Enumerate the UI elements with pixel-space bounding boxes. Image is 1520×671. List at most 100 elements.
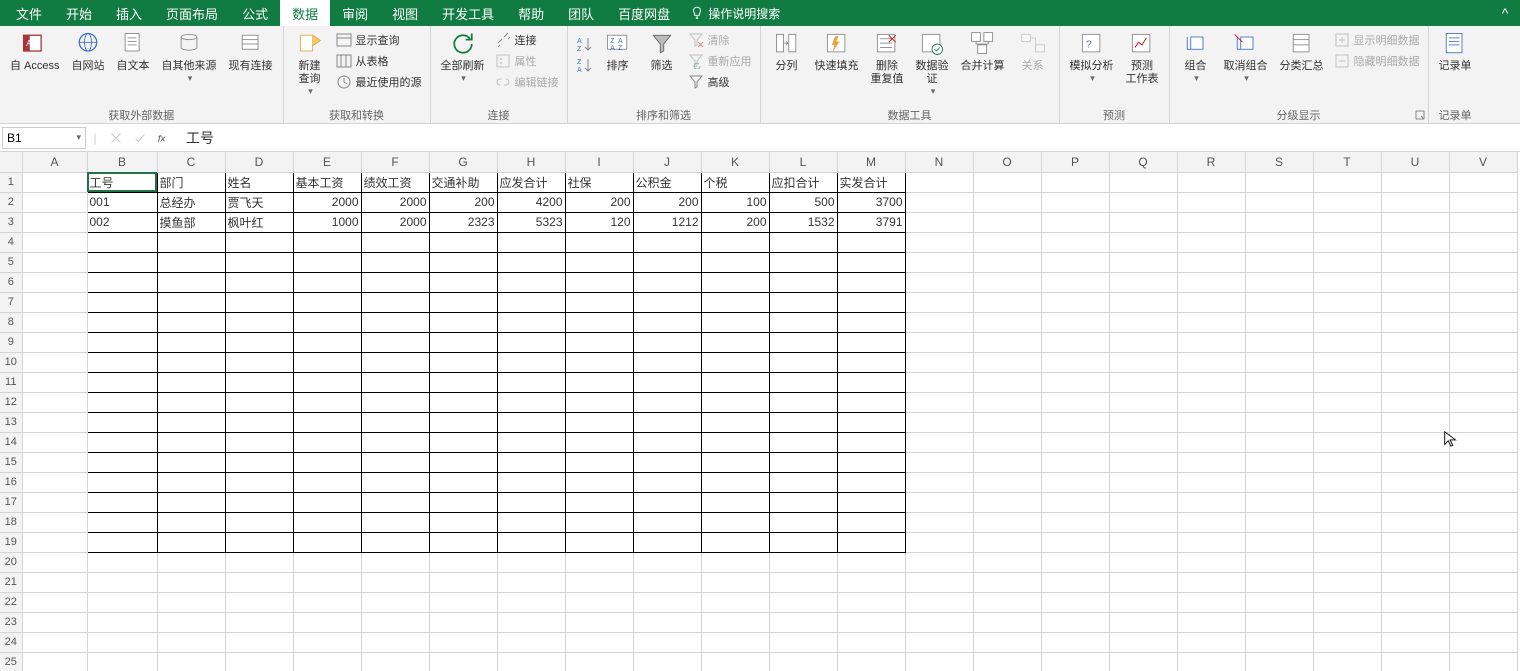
insert-function-button[interactable]: fx [152,131,176,145]
menu-formula[interactable]: 公式 [230,0,280,27]
cell-R8[interactable] [1177,312,1245,332]
cell-O4[interactable] [973,232,1041,252]
cell-K19[interactable] [701,532,769,552]
row-header-6[interactable]: 6 [0,272,22,292]
cell-S6[interactable] [1245,272,1313,292]
cell-S15[interactable] [1245,452,1313,472]
cell-V15[interactable] [1449,452,1517,472]
sort-desc-button[interactable]: ZA [572,55,596,75]
cell-G24[interactable] [429,632,497,652]
sort-button[interactable]: ZAAZ排序 [596,28,640,75]
cell-G4[interactable] [429,232,497,252]
cell-S9[interactable] [1245,332,1313,352]
cell-U3[interactable] [1381,212,1449,232]
cell-C21[interactable] [157,572,225,592]
cell-P4[interactable] [1041,232,1109,252]
cell-C17[interactable] [157,492,225,512]
cell-P22[interactable] [1041,592,1109,612]
cell-G22[interactable] [429,592,497,612]
cell-U7[interactable] [1381,292,1449,312]
row-header-7[interactable]: 7 [0,292,22,312]
column-header-L[interactable]: L [769,152,837,172]
cell-V23[interactable] [1449,612,1517,632]
cell-G14[interactable] [429,432,497,452]
cell-E21[interactable] [293,572,361,592]
cell-V18[interactable] [1449,512,1517,532]
cell-T12[interactable] [1313,392,1381,412]
cell-Q24[interactable] [1109,632,1177,652]
cell-N9[interactable] [905,332,973,352]
cell-R11[interactable] [1177,372,1245,392]
cell-R18[interactable] [1177,512,1245,532]
column-header-D[interactable]: D [225,152,293,172]
column-header-T[interactable]: T [1313,152,1381,172]
column-header-V[interactable]: V [1449,152,1517,172]
cell-D12[interactable] [225,392,293,412]
cell-M1[interactable]: 实发合计 [837,172,905,192]
cell-U5[interactable] [1381,252,1449,272]
cell-A5[interactable] [22,252,87,272]
row-header-22[interactable]: 22 [0,592,22,612]
cell-V10[interactable] [1449,352,1517,372]
cell-H3[interactable]: 5323 [497,212,565,232]
cell-P3[interactable] [1041,212,1109,232]
cell-V21[interactable] [1449,572,1517,592]
cell-F15[interactable] [361,452,429,472]
cell-Q23[interactable] [1109,612,1177,632]
cell-G8[interactable] [429,312,497,332]
cell-I21[interactable] [565,572,633,592]
cell-V2[interactable] [1449,192,1517,212]
cell-P24[interactable] [1041,632,1109,652]
cell-I17[interactable] [565,492,633,512]
cell-R13[interactable] [1177,412,1245,432]
menu-devtools[interactable]: 开发工具 [430,0,506,27]
row-header-21[interactable]: 21 [0,572,22,592]
cell-R21[interactable] [1177,572,1245,592]
cell-L23[interactable] [769,612,837,632]
properties-button[interactable]: 属性 [491,51,563,71]
cell-O2[interactable] [973,192,1041,212]
cell-K25[interactable] [701,652,769,671]
cell-J6[interactable] [633,272,701,292]
cell-H23[interactable] [497,612,565,632]
cell-O18[interactable] [973,512,1041,532]
cell-A6[interactable] [22,272,87,292]
cell-F9[interactable] [361,332,429,352]
cell-A21[interactable] [22,572,87,592]
cell-A23[interactable] [22,612,87,632]
cell-N3[interactable] [905,212,973,232]
row-header-15[interactable]: 15 [0,452,22,472]
cell-C10[interactable] [157,352,225,372]
cell-I22[interactable] [565,592,633,612]
cell-U14[interactable] [1381,432,1449,452]
cell-K20[interactable] [701,552,769,572]
cell-K22[interactable] [701,592,769,612]
cell-A12[interactable] [22,392,87,412]
cell-P20[interactable] [1041,552,1109,572]
cell-H11[interactable] [497,372,565,392]
cell-H2[interactable]: 4200 [497,192,565,212]
cell-G21[interactable] [429,572,497,592]
cell-E3[interactable]: 1000 [293,212,361,232]
cell-J21[interactable] [633,572,701,592]
recent-sources-button[interactable]: 最近使用的源 [332,72,426,92]
cell-I15[interactable] [565,452,633,472]
cell-D2[interactable]: 贾飞天 [225,192,293,212]
cell-V13[interactable] [1449,412,1517,432]
cell-G23[interactable] [429,612,497,632]
cell-I6[interactable] [565,272,633,292]
cell-C16[interactable] [157,472,225,492]
cell-N10[interactable] [905,352,973,372]
cell-O11[interactable] [973,372,1041,392]
cell-O22[interactable] [973,592,1041,612]
cell-M11[interactable] [837,372,905,392]
cell-F6[interactable] [361,272,429,292]
cell-T9[interactable] [1313,332,1381,352]
column-header-N[interactable]: N [905,152,973,172]
cell-G5[interactable] [429,252,497,272]
cell-O24[interactable] [973,632,1041,652]
cell-B8[interactable] [87,312,157,332]
cell-N21[interactable] [905,572,973,592]
cell-T17[interactable] [1313,492,1381,512]
cell-O1[interactable] [973,172,1041,192]
